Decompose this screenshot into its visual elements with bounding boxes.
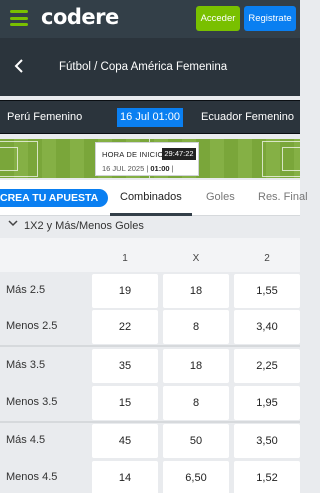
odds-row: Menos 4.5 14 6,50 1,52 [0, 459, 300, 493]
odd-button[interactable]: 14 [92, 461, 158, 493]
login-button[interactable]: Acceder [196, 6, 240, 31]
kickoff-info: HORA DE INICIO 29:47:22 16 JUL 2025 | 01… [95, 142, 199, 176]
chevron-down-icon[interactable] [8, 219, 18, 230]
pitch-area-right [262, 141, 300, 177]
market-tabs: CREA TU APUESTA Combinados Goles Res. Fi… [0, 180, 308, 216]
menu-icon[interactable] [10, 10, 28, 26]
odd-button[interactable]: 15 [92, 386, 158, 420]
tab-goles[interactable]: Goles [206, 191, 235, 203]
odd-button[interactable]: 3,50 [234, 424, 300, 458]
odd-button[interactable]: 1,55 [234, 274, 300, 308]
odd-button[interactable]: 1,95 [234, 386, 300, 420]
odd-button[interactable]: 8 [163, 386, 229, 420]
pitch-area-left [0, 141, 38, 177]
odds-row: Menos 3.5 15 8 1,95 [0, 384, 300, 422]
away-team: Ecuador Femenino [201, 111, 294, 123]
create-bet-tab[interactable]: CREA TU APUESTA [0, 189, 109, 207]
column-2: 2 [264, 253, 270, 264]
tab-res-final[interactable]: Res. Final [258, 191, 308, 203]
kickoff-label: HORA DE INICIO [102, 150, 164, 159]
breadcrumb: Fútbol / Copa América Femenina [59, 61, 228, 73]
top-bar: codere Acceder Registrate [0, 0, 300, 38]
odds-row: Menos 2.5 22 8 3,40 [0, 308, 300, 346]
odds-row: Más 2.5 19 18 1,55 [0, 272, 300, 310]
market-title: 1X2 y Más/Menos Goles [24, 220, 144, 232]
odd-button[interactable]: 45 [92, 424, 158, 458]
odds-row: Más 3.5 35 18 2,25 [0, 347, 300, 385]
row-label: Más 2.5 [6, 284, 46, 296]
row-label: Menos 3.5 [6, 396, 58, 408]
odd-button[interactable]: 1,52 [234, 461, 300, 493]
column-x: X [192, 253, 200, 264]
odd-button[interactable]: 35 [92, 349, 158, 383]
breadcrumb-bar: Fútbol / Copa América Femenina [0, 38, 300, 96]
row-label: Menos 2.5 [6, 320, 58, 332]
logo-text: codere [41, 5, 119, 29]
odd-button[interactable]: 6,50 [163, 461, 229, 493]
match-header: Perú Femenino 16 Jul 01:00 Ecuador Femen… [0, 100, 300, 134]
odds-column-header: 1 X 2 [0, 238, 300, 272]
register-button[interactable]: Registrate [244, 6, 296, 31]
odd-button[interactable]: 18 [163, 274, 229, 308]
row-label: Más 4.5 [6, 434, 46, 446]
odd-button[interactable]: 2,25 [234, 349, 300, 383]
codere-logo[interactable]: codere [41, 5, 119, 29]
kickoff-date: 16 JUL 2025 [102, 164, 145, 173]
match-time-badge: 16 Jul 01:00 [117, 108, 183, 127]
odd-button[interactable]: 19 [92, 274, 158, 308]
row-label: Más 3.5 [6, 359, 46, 371]
row-label: Menos 4.5 [6, 471, 58, 483]
odd-button[interactable]: 3,40 [234, 310, 300, 344]
back-arrow-icon[interactable] [14, 58, 28, 76]
tab-combinados[interactable]: Combinados [120, 191, 182, 203]
home-team: Perú Femenino [7, 111, 83, 123]
kickoff-countdown: 29:47:22 [162, 148, 196, 160]
odd-button[interactable]: 22 [92, 310, 158, 344]
kickoff-time: 01:00 [150, 164, 170, 173]
column-1: 1 [122, 253, 128, 264]
kickoff-datetime: 16 JUL 2025 | 01:00 | [102, 164, 174, 173]
odd-button[interactable]: 8 [163, 310, 229, 344]
market-header[interactable]: 1X2 y Más/Menos Goles [0, 216, 300, 236]
odds-row: Más 4.5 45 50 3,50 [0, 422, 300, 460]
odd-button[interactable]: 50 [163, 424, 229, 458]
odd-button[interactable]: 18 [163, 349, 229, 383]
